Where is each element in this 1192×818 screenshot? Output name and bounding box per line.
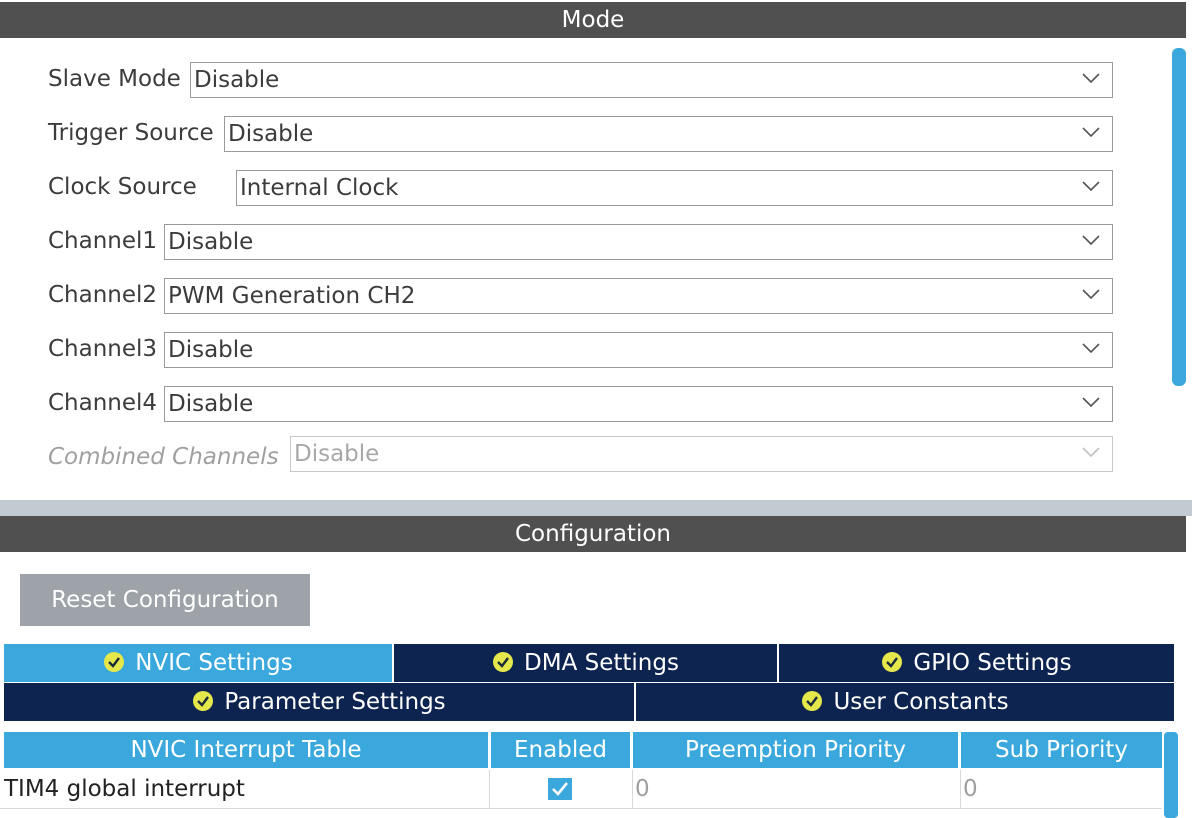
column-header-enabled[interactable]: Enabled [491,732,630,768]
channel2-select[interactable]: PWM Generation CH2 [164,278,1113,314]
column-header-sub-priority[interactable]: Sub Priority [961,732,1162,768]
trigger-source-select[interactable]: Disable [224,116,1113,152]
clock-source-value: Internal Clock [240,175,399,201]
tab-parameter-settings[interactable]: Parameter Settings [4,683,634,721]
check-circle-icon [104,651,125,672]
tab-label: DMA Settings [524,650,679,676]
tab-label: User Constants [833,689,1009,715]
check-circle-icon [802,690,823,711]
table-scrollbar[interactable] [1164,732,1178,818]
channel2-value: PWM Generation CH2 [168,283,416,309]
check-circle-icon [882,651,903,672]
tab-label: NVIC Settings [135,650,293,676]
preemption-priority-field[interactable]: 0 [632,770,960,808]
clock-source-label: Clock Source [48,174,197,200]
channel1-label: Channel1 [48,228,158,254]
configuration-panel-header: Configuration [0,516,1186,552]
chevron-down-icon [1082,289,1100,300]
column-header-preemption-priority[interactable]: Preemption Priority [633,732,958,768]
channel3-select[interactable]: Disable [164,332,1113,368]
panel-splitter[interactable] [0,500,1192,516]
slave-mode-value: Disable [194,67,280,93]
channel4-label: Channel4 [48,390,158,416]
mode-panel: Slave Mode Disable Trigger Source Disabl… [0,38,1170,498]
column-header-nvic-interrupt-table[interactable]: NVIC Interrupt Table [4,732,488,768]
reset-configuration-button[interactable]: Reset Configuration [20,574,310,626]
chevron-down-icon [1082,235,1100,246]
checkmark-icon [552,782,569,796]
check-circle-icon [193,690,214,711]
check-circle-icon [493,651,514,672]
trigger-source-label: Trigger Source [48,120,214,146]
mode-panel-header: Mode [0,2,1186,38]
tab-dma-settings[interactable]: DMA Settings [394,644,777,682]
tab-label: Parameter Settings [224,689,446,715]
tab-user-constants[interactable]: User Constants [636,683,1174,721]
table-row-name: TIM4 global interrupt [4,770,488,808]
combined-channels-value: Disable [294,441,380,467]
sub-priority-field[interactable]: 0 [960,770,1162,808]
channel4-value: Disable [168,391,254,417]
mode-scrollbar-thumb[interactable] [1172,48,1186,386]
channel2-label: Channel2 [48,282,158,308]
clock-source-select[interactable]: Internal Clock [236,170,1113,206]
trigger-source-value: Disable [228,121,314,147]
tab-label: GPIO Settings [913,650,1072,676]
chevron-down-icon [1082,73,1100,84]
chevron-down-icon [1082,343,1100,354]
chevron-down-icon [1082,447,1100,458]
channel1-select[interactable]: Disable [164,224,1113,260]
channel1-value: Disable [168,229,254,255]
channel3-value: Disable [168,337,254,363]
chevron-down-icon [1082,127,1100,138]
tab-nvic-settings[interactable]: NVIC Settings [4,644,392,682]
enabled-checkbox[interactable] [548,778,572,800]
chevron-down-icon [1082,181,1100,192]
slave-mode-select[interactable]: Disable [190,62,1113,98]
slave-mode-label: Slave Mode [48,66,181,92]
combined-channels-select: Disable [290,436,1113,472]
combined-channels-label: Combined Channels [48,444,279,470]
row-divider [0,808,1162,809]
chevron-down-icon [1082,397,1100,408]
channel4-select[interactable]: Disable [164,386,1113,422]
tab-gpio-settings[interactable]: GPIO Settings [779,644,1174,682]
channel3-label: Channel3 [48,336,158,362]
